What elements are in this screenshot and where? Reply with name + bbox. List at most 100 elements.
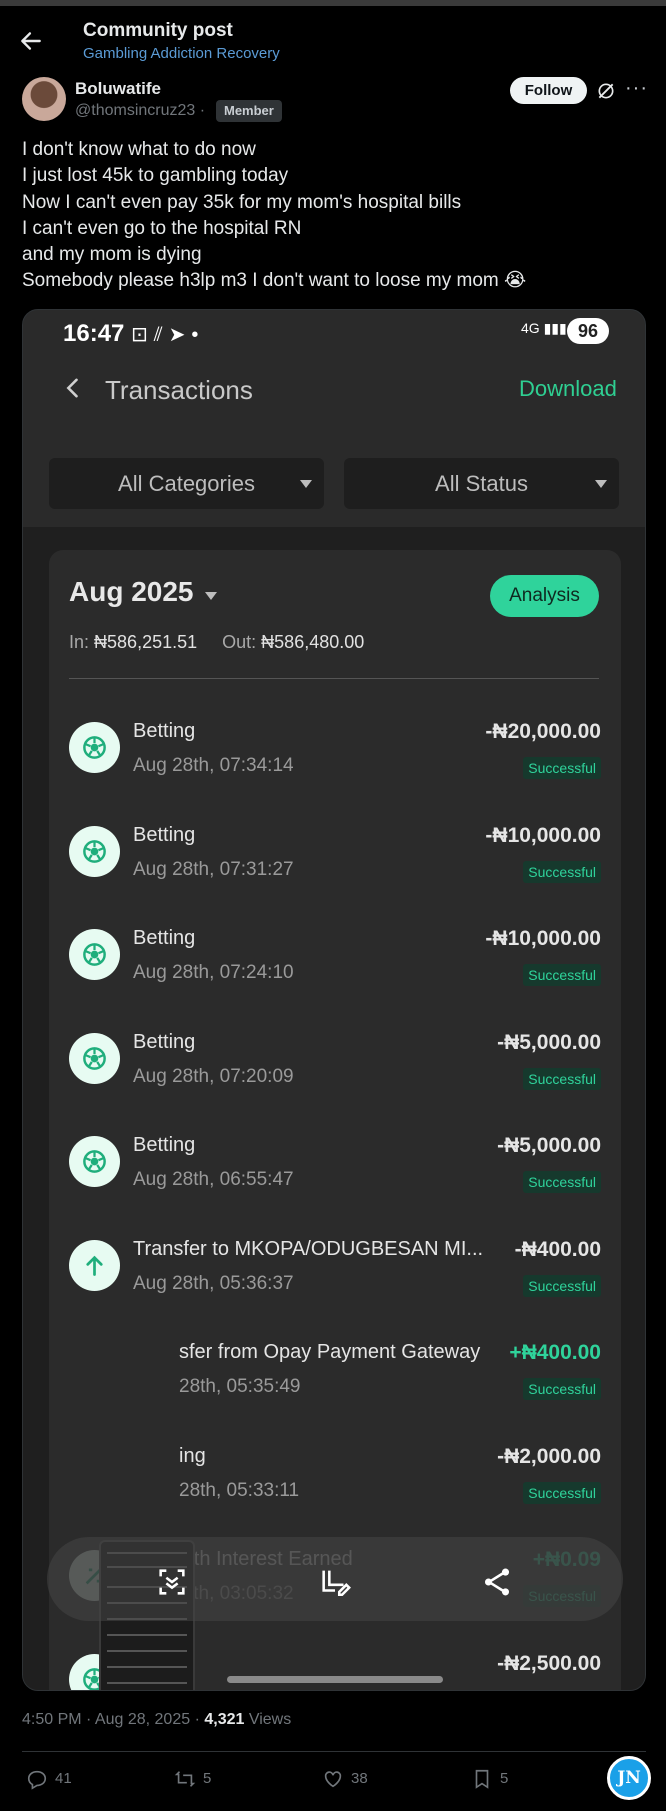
status-icons: ⊡⫽➤• bbox=[131, 324, 205, 346]
divider bbox=[69, 678, 599, 679]
transaction-icon bbox=[69, 722, 120, 773]
bookmark-button[interactable]: 5 bbox=[470, 1767, 508, 1791]
transaction-row[interactable]: Transfer to MKOPA/ODUGBESAN MI... Aug 28t… bbox=[49, 1228, 621, 1332]
post-timestamp: 4:50 PM · Aug 28, 2025 · bbox=[22, 1711, 205, 1728]
transaction-amount: -₦10,000.00 bbox=[485, 823, 601, 847]
transaction-date: Aug 28th, 06:55:47 bbox=[133, 1169, 294, 1190]
repost-button[interactable]: 5 bbox=[173, 1767, 211, 1791]
post-line: I can't even go to the hospital RN bbox=[22, 217, 302, 239]
analysis-button[interactable]: Analysis bbox=[490, 575, 599, 617]
share-icon[interactable] bbox=[480, 1565, 514, 1599]
page-title: Community post bbox=[83, 20, 233, 41]
grok-icon[interactable] bbox=[596, 81, 616, 101]
member-badge: Member bbox=[216, 100, 282, 122]
community-link[interactable]: Gambling Addiction Recovery bbox=[83, 45, 280, 62]
author-handle[interactable]: @thomsincruz23 · bbox=[75, 102, 205, 120]
month-selector[interactable]: Aug 2025 bbox=[69, 576, 194, 608]
transaction-title: ing bbox=[179, 1444, 206, 1467]
arrow-up-icon bbox=[86, 1255, 103, 1276]
author-name[interactable]: Boluwatife bbox=[75, 79, 161, 99]
transaction-amount: -₦5,000.00 bbox=[497, 1134, 601, 1157]
filter-categories[interactable]: All Categories bbox=[49, 458, 324, 509]
transaction-row[interactable]: sfer from Opay Payment Gateway 28th, 05:3… bbox=[49, 1331, 621, 1435]
status-badge: Successful bbox=[523, 1481, 601, 1504]
caret-down-icon bbox=[595, 480, 607, 488]
transaction-title: Betting bbox=[133, 1134, 196, 1156]
transaction-amount: -₦2,500.00 bbox=[497, 1651, 601, 1675]
status-time: 16:47 bbox=[63, 320, 125, 347]
transaction-row[interactable]: Betting Aug 28th, 07:20:09 -₦5,000.00 Succe… bbox=[49, 1021, 621, 1125]
watermark-logo: JN bbox=[607, 1756, 651, 1800]
transaction-row[interactable]: ing 28th, 05:33:11 -₦2,000.00 Successful bbox=[49, 1435, 621, 1539]
status-badge: Successful bbox=[523, 757, 601, 779]
transaction-title: Betting bbox=[133, 720, 196, 742]
filter-categories-label: All Categories bbox=[118, 471, 255, 496]
transaction-title: Betting bbox=[133, 1030, 196, 1053]
transaction-icon bbox=[69, 929, 120, 980]
status-badge: Successful bbox=[523, 1067, 601, 1090]
like-button[interactable]: 38 bbox=[321, 1767, 368, 1791]
follow-button[interactable]: Follow bbox=[510, 77, 587, 104]
betting-icon bbox=[83, 943, 106, 966]
post-line: and my mom is dying bbox=[22, 244, 202, 266]
transaction-row[interactable]: Betting Aug 28th, 07:34:14 -₦20,000.00 Succ… bbox=[49, 710, 621, 814]
transaction-icon bbox=[69, 1032, 120, 1084]
transactions-card: Aug 2025 Analysis In: ₦586,251.51 Out: ₦… bbox=[49, 550, 621, 1690]
transaction-title: Transfer to MKOPA/ODUGBESAN MI... bbox=[133, 1237, 484, 1260]
transactions-title: Transactions bbox=[105, 375, 253, 405]
repost-icon bbox=[174, 1771, 196, 1787]
post-line: Now I can't even pay 35k for my mom's ho… bbox=[22, 191, 462, 213]
filter-status[interactable]: All Status bbox=[344, 458, 619, 509]
transaction-amount: -₦2,000.00 bbox=[497, 1444, 601, 1468]
betting-icon bbox=[83, 736, 106, 759]
transaction-date: Aug 28th, 05:36:37 bbox=[133, 1272, 294, 1294]
battery-indicator: 96 bbox=[567, 318, 609, 344]
transaction-title: sfer from Opay Payment Gateway bbox=[179, 1341, 481, 1363]
reply-icon bbox=[27, 1770, 47, 1790]
transaction-date: 28th, 05:35:49 bbox=[179, 1376, 301, 1397]
edit-crop-icon[interactable] bbox=[318, 1565, 352, 1599]
back-arrow-icon[interactable] bbox=[18, 28, 44, 54]
out-label: Out: bbox=[222, 632, 257, 652]
transaction-icon bbox=[69, 1136, 120, 1187]
transaction-row[interactable]: Betting Aug 28th, 06:55:47 -₦5,000.00 Succe… bbox=[49, 1124, 621, 1228]
view-count: 4,321 bbox=[204, 1711, 245, 1728]
status-badge: Successful bbox=[523, 1378, 601, 1400]
network-label: 4G bbox=[521, 320, 540, 336]
chevron-left-icon[interactable] bbox=[59, 374, 87, 402]
status-badge: Successful bbox=[523, 860, 601, 883]
out-value: ₦586,480.00 bbox=[261, 632, 365, 652]
top-bar: Community post Gambling Addiction Recove… bbox=[0, 0, 666, 62]
home-indicator bbox=[227, 1676, 443, 1683]
bookmark-icon bbox=[475, 1769, 489, 1789]
reply-count: 41 bbox=[55, 1770, 72, 1787]
transaction-date: Aug 28th, 07:34:14 bbox=[133, 755, 294, 776]
divider bbox=[22, 1751, 646, 1752]
transaction-row[interactable]: Betting Aug 28th, 07:24:10 -₦10,000.00 Succ… bbox=[49, 917, 621, 1021]
status-badge: Successful bbox=[523, 1274, 601, 1297]
transaction-icon bbox=[69, 825, 120, 877]
in-value: ₦586,251.51 bbox=[94, 632, 198, 652]
attached-screenshot[interactable]: 16:47 ⊡⫽➤• 4G ▮▮▮ 96 Transactions Downlo… bbox=[22, 309, 646, 1691]
scroll-capture-icon[interactable] bbox=[155, 1565, 189, 1599]
caret-down-icon bbox=[300, 480, 312, 488]
download-button[interactable]: Download bbox=[519, 376, 617, 402]
betting-icon bbox=[83, 839, 106, 863]
views-label: Views bbox=[244, 1711, 292, 1728]
more-options-icon[interactable]: ··· bbox=[625, 78, 647, 101]
betting-icon bbox=[83, 1150, 106, 1173]
transaction-row[interactable]: Betting Aug 28th, 07:31:27 -₦10,000.00 Succ… bbox=[49, 814, 621, 918]
transaction-icon bbox=[69, 1239, 120, 1291]
like-count: 38 bbox=[351, 1770, 368, 1787]
transaction-date: Aug 28th, 07:24:10 bbox=[133, 962, 294, 983]
reply-button[interactable]: 41 bbox=[25, 1767, 72, 1791]
avatar[interactable] bbox=[22, 77, 66, 121]
in-out-summary: In: ₦586,251.51 Out: ₦586,480.00 bbox=[69, 632, 364, 653]
status-badge: Successful bbox=[523, 1171, 601, 1193]
status-badge: Successful bbox=[523, 964, 601, 986]
heart-icon bbox=[324, 1771, 342, 1788]
transaction-title: Betting bbox=[133, 927, 196, 949]
post-line: I just lost 45k to gambling today bbox=[22, 165, 289, 187]
post-meta: 4:50 PM · Aug 28, 2025 · 4,321 Views bbox=[22, 1711, 291, 1729]
post-line: Somebody please h3lp m3 I don't want to … bbox=[22, 270, 527, 292]
